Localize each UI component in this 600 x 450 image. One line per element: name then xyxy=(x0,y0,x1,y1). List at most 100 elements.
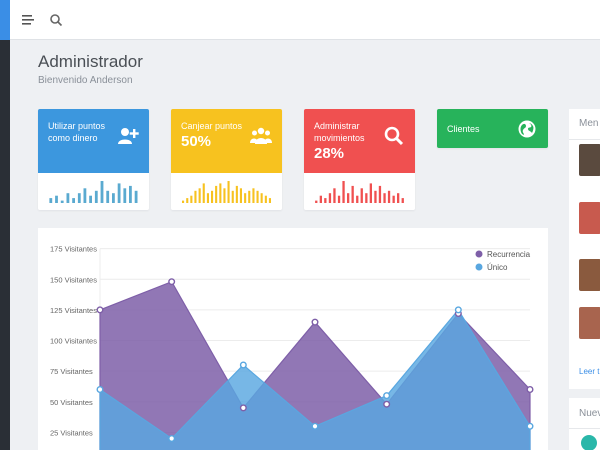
spark-bar xyxy=(351,185,354,203)
spark-bar xyxy=(83,188,87,203)
card-head: Clientes xyxy=(437,109,548,148)
spark-bar xyxy=(324,198,327,203)
spark-bar xyxy=(194,190,197,203)
spark-bar xyxy=(248,190,251,203)
spark-bar xyxy=(347,193,350,203)
spark-bar xyxy=(49,198,53,203)
spark-bar xyxy=(315,200,318,203)
spark-bar xyxy=(134,190,138,203)
spark-bar xyxy=(256,190,259,203)
read-more-link[interactable]: Leer t xyxy=(579,367,599,376)
spark-bar xyxy=(333,188,336,203)
card-value: 28% xyxy=(314,145,345,162)
data-point[interactable] xyxy=(239,361,247,369)
card-label: Clientes xyxy=(447,124,480,134)
spark-bar xyxy=(235,185,238,203)
data-point[interactable] xyxy=(454,306,462,314)
sparkline xyxy=(38,173,149,210)
spark-bar xyxy=(227,181,230,203)
spark-bar xyxy=(100,181,104,203)
data-point[interactable] xyxy=(526,422,534,430)
card-administrar-movimientos[interactable]: Administrar movimientos 28% xyxy=(304,109,415,210)
data-point[interactable] xyxy=(96,306,104,314)
menu-icon[interactable] xyxy=(20,12,36,28)
spark-bar xyxy=(190,195,193,203)
spark-bar xyxy=(239,188,242,203)
card-head: Administrar movimientos 28% xyxy=(304,109,415,173)
spark-bar xyxy=(198,188,201,203)
spark-bar xyxy=(383,193,386,203)
data-point[interactable] xyxy=(383,392,391,400)
spark-bar xyxy=(117,183,121,203)
search-icon[interactable] xyxy=(48,12,64,28)
members-panel: Men Leer t xyxy=(569,109,600,389)
spark-bar xyxy=(55,195,58,203)
spark-bar xyxy=(223,188,226,203)
spark-bar xyxy=(211,190,214,203)
spark-bar xyxy=(387,190,391,203)
data-point[interactable] xyxy=(311,422,319,430)
spark-bar xyxy=(252,188,255,203)
spark-bar xyxy=(392,195,395,203)
y-tick-label: 175 Visitantes xyxy=(50,245,97,254)
y-tick-label: 100 Visitantes xyxy=(50,337,97,346)
y-tick-label: 125 Visitantes xyxy=(50,306,97,315)
legend-swatch xyxy=(475,263,483,271)
data-point[interactable] xyxy=(311,318,319,326)
card-label: Administrar movimientos xyxy=(314,121,365,143)
spark-bar xyxy=(182,200,185,203)
visitors-area-chart: 25 Visitantes 50 Visitantes 75 Visitantes 1… xyxy=(50,245,534,450)
globe-icon xyxy=(518,120,536,138)
spark-bar xyxy=(360,188,363,203)
spark-bar xyxy=(401,198,404,203)
spark-bar xyxy=(342,181,345,203)
card-utilizar-puntos[interactable]: Utilizar puntos como dinero xyxy=(38,109,149,210)
legend-swatch xyxy=(475,250,483,258)
sparkline-chart xyxy=(182,181,271,203)
spark-bar xyxy=(202,183,205,203)
spark-bar xyxy=(365,193,368,203)
data-point[interactable] xyxy=(239,404,247,412)
spark-bar xyxy=(123,188,127,203)
data-point[interactable] xyxy=(96,385,104,393)
spark-bar xyxy=(328,193,332,203)
spark-bar xyxy=(89,195,92,203)
spark-bar xyxy=(268,198,271,203)
card-clientes[interactable]: Clientes xyxy=(437,109,548,148)
spark-bar xyxy=(244,193,247,203)
search-icon xyxy=(384,126,404,146)
spark-bar xyxy=(369,183,372,203)
spark-bar xyxy=(260,193,263,203)
data-point[interactable] xyxy=(383,400,391,408)
news-panel: Nuev xyxy=(569,398,600,450)
spark-bar xyxy=(378,185,382,203)
card-canjear-puntos[interactable]: Canjear puntos 50% xyxy=(171,109,282,210)
sparkline-chart xyxy=(315,181,404,203)
sparkline-chart xyxy=(49,181,138,203)
card-head: Canjear puntos 50% xyxy=(171,109,282,173)
data-point[interactable] xyxy=(526,385,534,393)
spark-bar xyxy=(112,193,115,203)
y-tick-label: 75 Visitantes xyxy=(50,367,93,376)
data-point[interactable] xyxy=(168,278,176,286)
spark-bar xyxy=(77,193,81,203)
avatar[interactable] xyxy=(579,144,600,176)
avatar[interactable] xyxy=(579,259,600,291)
spark-bar xyxy=(397,193,400,203)
spark-bar xyxy=(66,193,70,203)
spark-bar xyxy=(206,193,209,203)
spark-bar xyxy=(264,195,267,203)
spark-bar xyxy=(337,195,341,203)
card-label: Canjear puntos xyxy=(181,121,243,131)
data-point[interactable] xyxy=(168,434,176,442)
navbar-accent xyxy=(0,0,10,40)
y-tick-label: 25 Visitantes xyxy=(50,428,93,437)
page-title: Administrador xyxy=(38,52,143,71)
avatar[interactable] xyxy=(579,307,600,339)
spark-bar xyxy=(72,198,75,203)
spark-bar xyxy=(60,200,64,203)
spark-bar xyxy=(129,185,132,203)
y-tick-label: 50 Visitantes xyxy=(50,398,93,407)
avatar[interactable] xyxy=(579,202,600,234)
top-bar xyxy=(10,0,600,40)
